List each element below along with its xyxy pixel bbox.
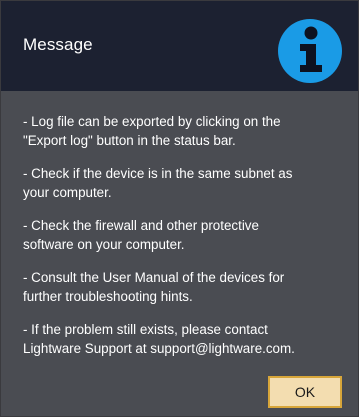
message-line: "Export log" button in the status bar. <box>23 133 236 148</box>
message-line: Lightware Support at support@lightware.c… <box>23 341 295 356</box>
ok-button[interactable]: OK <box>268 376 342 408</box>
message-paragraph: - Check if the device is in the same sub… <box>23 164 341 202</box>
message-dialog: Message - Log file can be exported by cl… <box>0 0 359 417</box>
message-line: - Check if the device is in the same sub… <box>23 166 293 181</box>
message-line: - Log file can be exported by clicking o… <box>23 114 281 129</box>
message-paragraph: - Consult the User Manual of the devices… <box>23 268 341 306</box>
message-line: further troubleshooting hints. <box>23 289 193 304</box>
info-icon <box>278 19 342 83</box>
dialog-message: - Log file can be exported by clicking o… <box>23 112 341 372</box>
message-line: - Check the firewall and other protectiv… <box>23 218 259 233</box>
message-paragraph: - If the problem still exists, please co… <box>23 320 341 358</box>
message-paragraph: - Check the firewall and other protectiv… <box>23 216 341 254</box>
message-line: your computer. <box>23 185 112 200</box>
dialog-title: Message <box>23 35 93 54</box>
message-paragraph: - Log file can be exported by clicking o… <box>23 112 341 150</box>
dialog-titlebar: Message <box>1 1 358 91</box>
message-line: - Consult the User Manual of the devices… <box>23 270 285 285</box>
message-line: software on your computer. <box>23 237 185 252</box>
message-line: - If the problem still exists, please co… <box>23 322 268 337</box>
